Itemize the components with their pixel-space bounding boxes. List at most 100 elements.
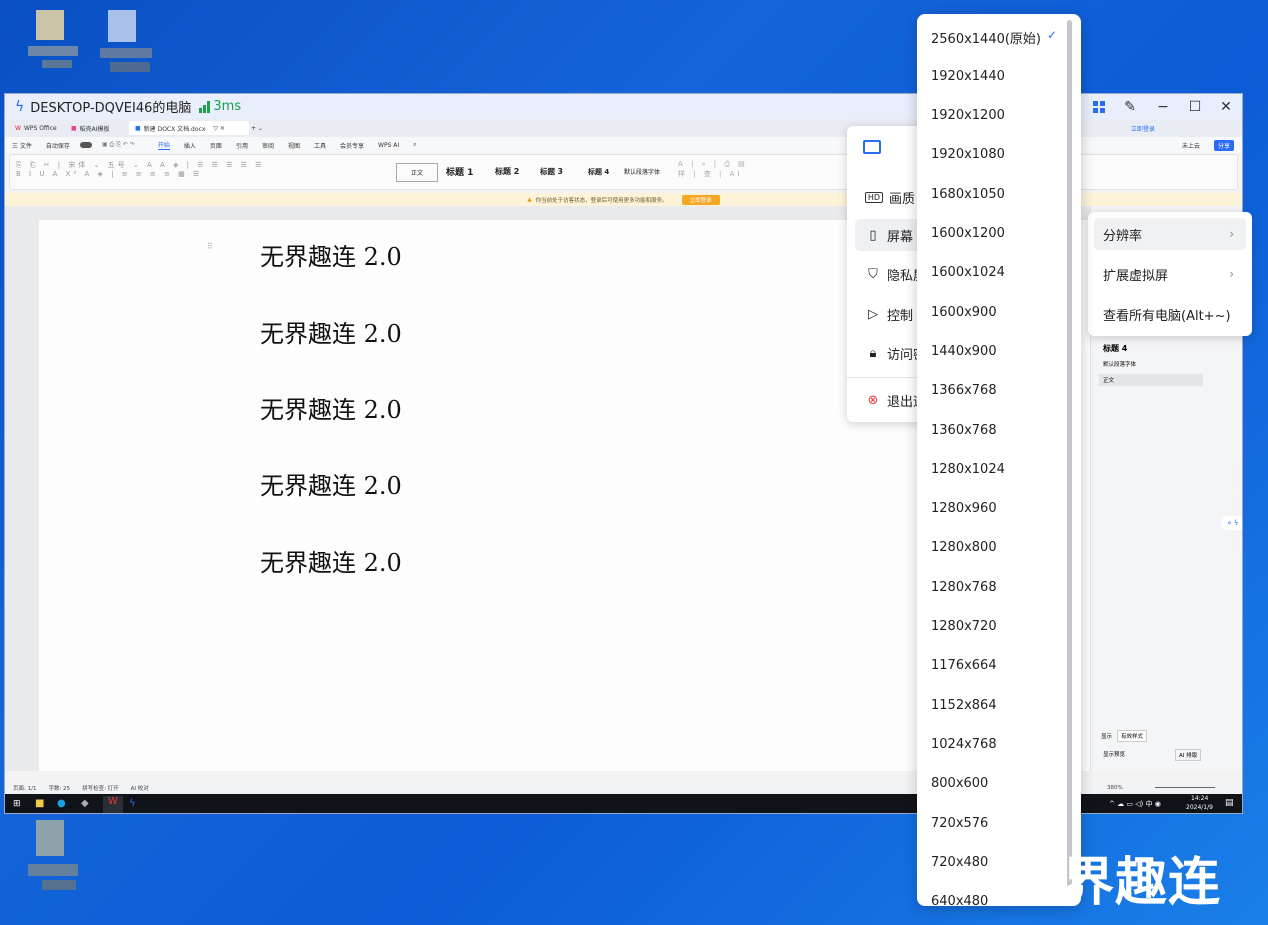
pane-ai-layout[interactable]: AI 排版	[1175, 749, 1202, 761]
resolution-option[interactable]: 1920x1200	[931, 104, 1067, 128]
resolution-option[interactable]: 1600x1200	[931, 222, 1067, 246]
ribbon-tools[interactable]: ⎘ ⎗ ✂ | 宋体 ⌄ 五号 ⌄ A A ◈ | ☰ ☰ ☰ ☰ ☰ B I U…	[16, 160, 386, 184]
desktop-icon[interactable]	[28, 8, 80, 78]
resolution-option[interactable]: 1366x768	[931, 379, 1067, 403]
resolution-option[interactable]: 720x576	[931, 811, 1067, 835]
explorer-icon[interactable]: ■	[35, 798, 44, 809]
menu-wps-ai[interactable]: WPS AI	[378, 142, 399, 149]
resolution-option[interactable]: 1360x768	[931, 418, 1067, 442]
resolution-option[interactable]: 1024x768	[931, 732, 1067, 756]
notice-login-button[interactable]: 立即登录	[681, 194, 720, 205]
edit-icon[interactable]: ✎	[1120, 94, 1140, 119]
submenu-virtual-screen[interactable]: 扩展虚拟屏 ›	[1094, 258, 1246, 290]
quick-tools[interactable]: ▣ ⎙ ⎘ ↶ ↷	[102, 141, 135, 149]
menu-view[interactable]: 视图	[288, 141, 300, 150]
menu-member[interactable]: 会员专享	[340, 141, 364, 150]
remote-app-icon[interactable]: ϟ	[129, 798, 136, 809]
warning-icon: ▲	[527, 196, 532, 203]
doc-line[interactable]: 无界趣连 2.0	[260, 543, 402, 578]
steam-icon[interactable]: ◆	[81, 798, 89, 809]
resolution-option[interactable]: 720x480	[931, 850, 1067, 874]
share-button[interactable]: 分享	[1213, 139, 1234, 151]
search-icon[interactable]: ⌕	[413, 141, 416, 149]
resolution-option[interactable]: 1280x720	[931, 615, 1067, 639]
resolution-option[interactable]: 1600x900	[931, 300, 1067, 324]
pane-style-normal[interactable]: 正文	[1099, 374, 1203, 386]
pane-show-preview[interactable]: 显示预览	[1103, 750, 1125, 758]
add-tab-icon[interactable]: + ⌄	[245, 121, 269, 135]
style-heading4[interactable]: 标题 4	[588, 163, 609, 180]
doc-line[interactable]: 无界趣连 2.0	[260, 314, 402, 349]
screen-icon: ▯	[869, 227, 877, 243]
exit-icon: ⊗	[867, 392, 879, 408]
cloud-label[interactable]: 未上云	[1182, 141, 1200, 150]
resolution-option[interactable]: 1680x1050	[931, 182, 1067, 206]
resolution-option[interactable]: 1280x800	[931, 536, 1067, 560]
drag-handle-icon[interactable]: ⠿	[207, 242, 213, 251]
resolution-option[interactable]: 2560x1440(原始)	[931, 25, 1067, 49]
monitor-icon[interactable]	[863, 140, 881, 154]
resolution-option[interactable]: 1600x1024	[931, 261, 1067, 285]
tab-ai-template[interactable]: ■ 稻壳AI模板	[65, 121, 116, 135]
ribbon-tools-right[interactable]: A | ⌕ | ⎙ ▤ 样 | 查 | AI	[678, 160, 848, 184]
pane-style-default-font[interactable]: 默认段落字体	[1103, 360, 1136, 368]
status-page: 页面: 1/1	[13, 786, 37, 792]
maximize-icon[interactable]: ☐	[1185, 94, 1205, 119]
notification-icon[interactable]: ▤	[1225, 798, 1234, 808]
menu-insert[interactable]: 插入	[184, 141, 196, 150]
tray-icons[interactable]: ^ ☁ ▭ ◁) 中 ◉	[1109, 799, 1161, 809]
doc-line[interactable]: 无界趣连 2.0	[260, 237, 402, 272]
submenu-resolution[interactable]: 分辨率 ›	[1094, 218, 1246, 250]
menu-autosave[interactable]: 自动保存	[46, 141, 70, 150]
tab-document[interactable]: ■ 新建 DOCX 文档.docx ▽ ×	[129, 121, 249, 135]
clock-time: 14:24	[1191, 795, 1209, 802]
status-spell[interactable]: 拼写检查: 打开	[82, 784, 119, 792]
style-heading2[interactable]: 标题 2	[495, 163, 519, 180]
minimize-icon[interactable]: −	[1153, 94, 1173, 119]
resolution-option[interactable]: 1280x768	[931, 575, 1067, 599]
grid-icon[interactable]	[1089, 94, 1109, 119]
style-normal[interactable]: 正文	[396, 163, 438, 182]
desktop-icon[interactable]	[28, 818, 80, 890]
resolution-option[interactable]: 1920x1440	[931, 64, 1067, 88]
start-icon[interactable]: ⊞	[13, 799, 21, 809]
status-ai[interactable]: AI 校对	[131, 784, 149, 792]
style-heading1[interactable]: 标题 1	[446, 163, 473, 180]
zoom-level[interactable]: 380%	[1107, 785, 1123, 791]
resolution-option[interactable]: 1280x1024	[931, 457, 1067, 481]
close-icon[interactable]: ✕	[1216, 94, 1236, 119]
wps-icon[interactable]: W	[103, 796, 123, 813]
remote-side-icon[interactable]: « ϟ	[1221, 516, 1242, 530]
menu-review[interactable]: 审阅	[262, 141, 274, 150]
edge-icon[interactable]: ●	[57, 798, 66, 809]
menu-home[interactable]: 开始	[157, 140, 170, 150]
pane-style-heading4[interactable]: 标题 4	[1103, 343, 1127, 354]
scrollbar[interactable]	[1067, 20, 1072, 890]
resolution-option[interactable]: 1440x900	[931, 339, 1067, 363]
desktop-icon[interactable]	[100, 8, 152, 78]
doc-line[interactable]: 无界趣连 2.0	[260, 390, 402, 425]
menu-reference[interactable]: 引用	[236, 141, 248, 150]
toggle-icon[interactable]	[79, 142, 92, 148]
remote-control-menu: HD 画质 ▯ 屏幕 ⛉ 隐私屏 ▷ 控制 🔒︎ 访问密 ⊗ 退出远	[847, 126, 927, 422]
resolution-option[interactable]: 1920x1080	[931, 143, 1067, 167]
menu-file[interactable]: 三 文件	[12, 141, 32, 150]
menu-tools[interactable]: 工具	[314, 141, 326, 150]
submenu-all-computers[interactable]: 查看所有电脑(Alt+~)	[1094, 298, 1246, 330]
zoom-slider[interactable]	[1155, 787, 1215, 788]
resolution-option[interactable]: 1152x864	[931, 693, 1067, 717]
resolution-list[interactable]: ✓ 2560x1440(原始) 1920x1440 1920x1200 1920x10…	[917, 14, 1081, 906]
menu-page[interactable]: 页面	[210, 141, 222, 150]
style-heading3[interactable]: 标题 3	[540, 163, 563, 180]
pane-valid-styles[interactable]: 有效样式	[1117, 730, 1148, 742]
signal-icon	[199, 100, 211, 113]
tab-wps-office[interactable]: W WPS Office	[9, 121, 63, 135]
doc-line[interactable]: 无界趣连 2.0	[260, 466, 402, 501]
resolution-option[interactable]: 1176x664	[931, 654, 1067, 678]
style-default-font[interactable]: 默认段落字体	[624, 163, 660, 180]
resolution-option[interactable]: 1280x960	[931, 497, 1067, 521]
resolution-option[interactable]: 800x600	[931, 772, 1067, 796]
play-icon: ▷	[868, 306, 878, 322]
login-link[interactable]: 立即登录	[1125, 121, 1161, 135]
resolution-option[interactable]: 640x480	[931, 890, 1067, 906]
